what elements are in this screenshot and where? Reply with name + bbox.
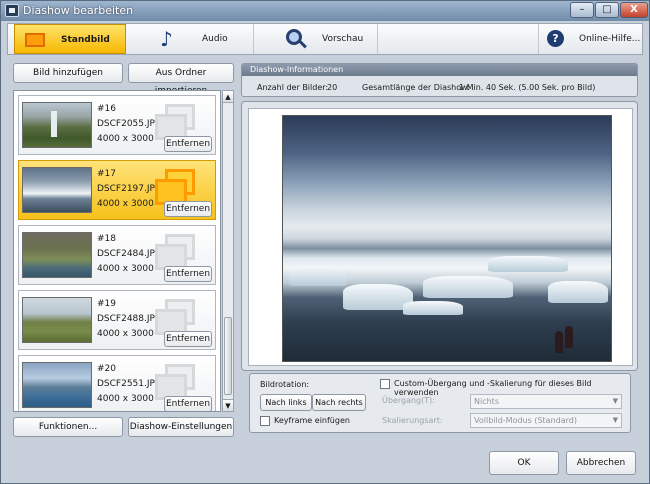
tab-standbild-label: Standbild bbox=[61, 35, 110, 45]
add-image-button[interactable]: Bild hinzufügen bbox=[13, 63, 123, 83]
item-number: #18 bbox=[97, 234, 116, 244]
window-title: Diashow bearbeiten bbox=[23, 4, 134, 17]
item-dimensions: 4000 x 3000 bbox=[97, 134, 154, 144]
item-dimensions: 4000 x 3000 bbox=[97, 264, 154, 274]
transition-label: Übergang(T): bbox=[382, 396, 435, 405]
import-folder-button[interactable]: Aus Ordner importieren bbox=[128, 63, 234, 96]
preview-frame bbox=[248, 108, 633, 366]
help-icon: ? bbox=[547, 30, 564, 47]
slideshow-settings-button[interactable]: Diashow-Einstellungen bbox=[128, 417, 234, 437]
rotate-right-button[interactable]: Nach rechts bbox=[312, 394, 366, 411]
preview-panel bbox=[241, 101, 638, 371]
list-item-selected[interactable]: #17 DSCF2197.JPG 4000 x 3000 Entfernen bbox=[18, 160, 216, 220]
keyframe-label: Keyframe einfügen bbox=[274, 416, 350, 425]
toolbar: Standbild ♪ Audio Vorschau ? Online-Hilf… bbox=[7, 23, 643, 55]
item-dimensions: 4000 x 3000 bbox=[97, 199, 154, 209]
slideshow-info-panel: Diashow-Informationen Anzahl der Bilder:… bbox=[241, 63, 638, 97]
magnifier-icon bbox=[286, 29, 302, 45]
item-dimensions: 4000 x 3000 bbox=[97, 329, 154, 339]
thumbnail bbox=[22, 297, 92, 343]
item-dimensions: 4000 x 3000 bbox=[97, 394, 154, 404]
minimize-button[interactable]: – bbox=[570, 2, 594, 18]
scroll-down-button[interactable]: ▼ bbox=[223, 399, 233, 411]
preview-image bbox=[282, 115, 612, 362]
app-icon bbox=[5, 4, 19, 17]
total-length-value: 1 Min. 40 Sek. (5.00 Sek. pro Bild) bbox=[459, 83, 596, 92]
chevron-down-icon: ▼ bbox=[612, 397, 618, 405]
online-help-button[interactable]: ? Online-Hilfe... bbox=[538, 24, 642, 54]
chevron-down-icon: ▼ bbox=[612, 416, 618, 424]
transition-select[interactable]: Nichts ▼ bbox=[470, 394, 622, 409]
tab-vorschau[interactable]: Vorschau bbox=[274, 24, 378, 54]
list-item[interactable]: #19 DSCF2488.JPG 4000 x 3000 Entfernen bbox=[18, 290, 216, 350]
list-item[interactable]: #18 DSCF2484.JPG 4000 x 3000 Entfernen bbox=[18, 225, 216, 285]
image-settings-panel: Bildrotation: Nach links Nach rechts Key… bbox=[249, 373, 631, 433]
info-header: Diashow-Informationen bbox=[242, 64, 637, 76]
keyframe-checkbox[interactable] bbox=[260, 416, 270, 426]
tab-audio-label: Audio bbox=[202, 34, 228, 44]
total-length-label: Gesamtlänge der Diashow: bbox=[362, 83, 470, 92]
remove-button[interactable]: Entfernen bbox=[164, 201, 212, 217]
scaling-select[interactable]: Vollbild-Modus (Standard) ▼ bbox=[470, 413, 622, 428]
image-list[interactable]: #16 DSCF2055.JPG 4000 x 3000 Entfernen #… bbox=[13, 90, 221, 412]
remove-button[interactable]: Entfernen bbox=[164, 136, 212, 152]
tab-vorschau-label: Vorschau bbox=[322, 34, 364, 44]
rotation-label: Bildrotation: bbox=[260, 380, 310, 389]
tab-standbild[interactable]: Standbild bbox=[14, 24, 126, 54]
thumbnail bbox=[22, 362, 92, 408]
title-bar: Diashow bearbeiten – □ X bbox=[1, 1, 649, 21]
list-scrollbar[interactable]: ▲ ▼ bbox=[222, 90, 234, 412]
functions-button[interactable]: Funktionen... bbox=[13, 417, 123, 437]
thumbnail bbox=[22, 232, 92, 278]
scroll-up-button[interactable]: ▲ bbox=[223, 91, 233, 103]
scroll-thumb[interactable] bbox=[224, 317, 232, 395]
item-number: #16 bbox=[97, 104, 116, 114]
image-icon bbox=[25, 33, 45, 47]
transition-value: Nichts bbox=[474, 397, 499, 406]
cancel-button[interactable]: Abbrechen bbox=[566, 451, 636, 475]
scaling-label: Skalierungsart: bbox=[382, 416, 443, 425]
thumbnail bbox=[22, 102, 92, 148]
image-count-label: Anzahl der Bilder: bbox=[257, 83, 329, 92]
close-button[interactable]: X bbox=[620, 2, 648, 18]
rotate-left-button[interactable]: Nach links bbox=[260, 394, 312, 411]
image-count-value: 20 bbox=[327, 83, 338, 92]
custom-transition-checkbox[interactable] bbox=[380, 379, 390, 389]
list-item[interactable]: #20 DSCF2551.JPG 4000 x 3000 Entfernen bbox=[18, 355, 216, 411]
online-help-label: Online-Hilfe... bbox=[579, 34, 641, 44]
slideshow-editor-window: Diashow bearbeiten – □ X Standbild ♪ Aud… bbox=[0, 0, 650, 484]
music-note-icon: ♪ bbox=[160, 27, 173, 51]
remove-button[interactable]: Entfernen bbox=[164, 396, 212, 411]
item-number: #19 bbox=[97, 299, 116, 309]
item-number: #20 bbox=[97, 364, 116, 374]
remove-button[interactable]: Entfernen bbox=[164, 266, 212, 282]
ok-button[interactable]: OK bbox=[489, 451, 559, 475]
thumbnail bbox=[22, 167, 92, 213]
scaling-value: Vollbild-Modus (Standard) bbox=[474, 416, 577, 425]
tab-audio[interactable]: ♪ Audio bbox=[146, 24, 254, 54]
remove-button[interactable]: Entfernen bbox=[164, 331, 212, 347]
list-item[interactable]: #16 DSCF2055.JPG 4000 x 3000 Entfernen bbox=[18, 95, 216, 155]
item-number: #17 bbox=[97, 169, 116, 179]
maximize-button[interactable]: □ bbox=[595, 2, 619, 18]
